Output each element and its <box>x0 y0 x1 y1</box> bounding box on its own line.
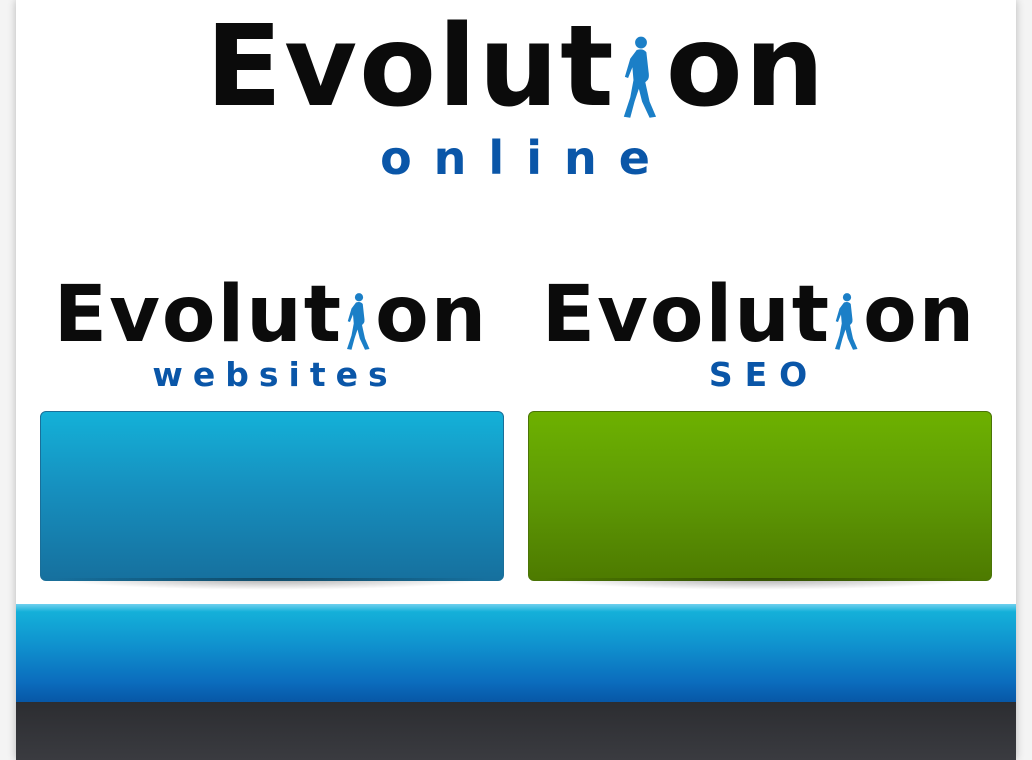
wordmark-end: on <box>375 270 489 360</box>
panel-shadow <box>51 578 491 590</box>
page: Evolut on online Evolut on websites Evol… <box>16 0 1016 760</box>
logo-wordmark: Evolut on <box>542 276 976 354</box>
websites-panel[interactable] <box>40 411 504 581</box>
footer <box>16 702 1016 760</box>
logo-wordmark: Evolut on <box>206 11 827 123</box>
logo-wordmark: Evolut on <box>54 276 488 354</box>
evolution-seo-logo[interactable]: Evolut on SEO <box>534 276 984 394</box>
seo-panel[interactable] <box>528 411 992 581</box>
logo-tagline: SEO <box>708 355 820 394</box>
wordmark-start: Evolut <box>53 270 344 360</box>
evolution-websites-logo[interactable]: Evolut on websites <box>46 276 496 394</box>
panel-shadow <box>539 578 979 590</box>
evolution-online-logo[interactable]: Evolut on online <box>16 11 1016 185</box>
wordmark-end: on <box>863 270 977 360</box>
logo-tagline: websites <box>152 355 398 394</box>
blue-band <box>16 604 1016 702</box>
walking-man-icon <box>347 293 370 350</box>
logo-tagline: online <box>380 131 672 185</box>
walking-man-icon <box>835 293 858 350</box>
wordmark-start: Evolut <box>541 270 832 360</box>
wordmark-end: on <box>665 2 827 132</box>
walking-man-icon <box>623 36 656 118</box>
wordmark-start: Evolut <box>205 2 616 132</box>
